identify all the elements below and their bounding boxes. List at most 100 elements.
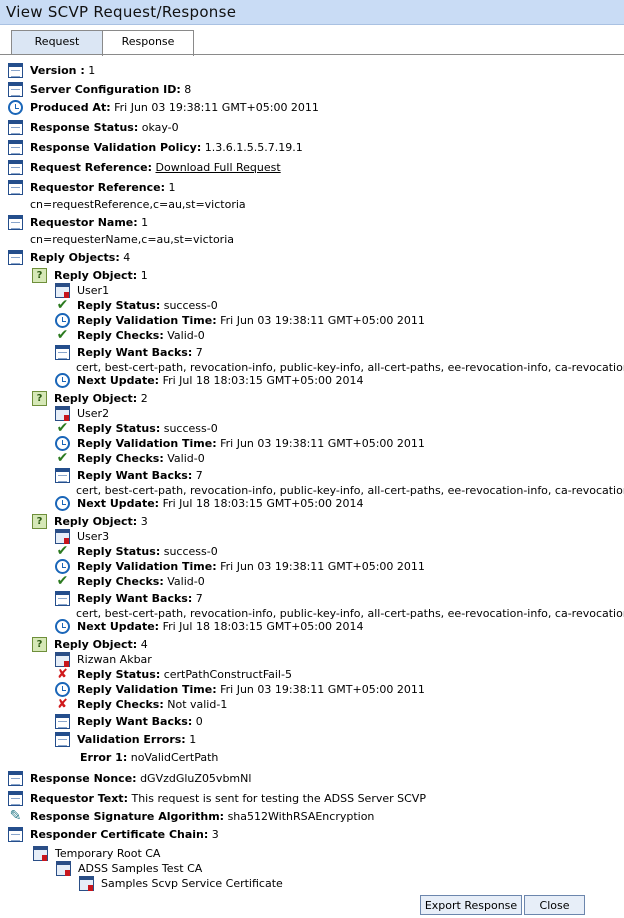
requestor-reference-detail: cn=requestReference,c=au,st=victoria (30, 198, 246, 211)
cross-icon: ✘ (57, 667, 68, 682)
reply-status-label: Reply Status: (77, 422, 161, 435)
response-nonce-label: Response Nonce: (30, 772, 137, 785)
certificate-icon (55, 283, 70, 298)
certificate-icon (33, 846, 48, 861)
reply-time-value: Fri Jun 03 19:38:11 GMT+05:00 2011 (220, 560, 425, 573)
next-update-label: Next Update: (77, 620, 160, 633)
clock-icon (8, 100, 23, 115)
check-icon: ✔ (56, 543, 69, 559)
reply-objects-value: 4 (123, 251, 131, 264)
question-icon: ? (32, 268, 47, 283)
doc-icon (55, 732, 70, 747)
reply-checks-label: Reply Checks: (77, 575, 164, 588)
version-label: Version : (30, 64, 85, 77)
check-icon: ✔ (56, 573, 69, 589)
next-update-label: Next Update: (77, 374, 160, 387)
server-config-label: Server Configuration ID: (30, 83, 181, 96)
reply-object-index: 4 (140, 638, 148, 651)
requestor-reference-label: Requestor Reference: (30, 181, 165, 194)
reply-object-label: Reply Object: (54, 392, 138, 405)
validation-policy-label: Response Validation Policy: (30, 141, 202, 154)
question-icon: ? (32, 637, 47, 652)
doc-icon (8, 82, 23, 97)
error-1-value: noValidCertPath (130, 751, 219, 764)
cert-chain-item-label: Samples Scvp Service Certificate (101, 877, 283, 890)
doc-icon (8, 215, 23, 230)
clock-icon (55, 313, 70, 328)
reply-time-label: Reply Validation Time: (77, 683, 217, 696)
response-status-label: Response Status: (30, 121, 139, 134)
reply-status-value: success-0 (163, 545, 218, 558)
reply-status-label: Reply Status: (77, 545, 161, 558)
certificate-icon (56, 861, 71, 876)
reply-object-label: Reply Object: (54, 638, 138, 651)
reply-time-label: Reply Validation Time: (77, 560, 217, 573)
reply-time-value: Fri Jun 03 19:38:11 GMT+05:00 2011 (220, 314, 425, 327)
doc-icon (8, 120, 23, 135)
reply-time-value: Fri Jun 03 19:38:11 GMT+05:00 2011 (220, 683, 425, 696)
reply-want-backs-value: 7 (195, 346, 203, 359)
tab-divider (0, 54, 624, 55)
cert-chain-label: Responder Certificate Chain: (30, 828, 209, 841)
produced-at-value: Fri Jun 03 19:38:11 GMT+05:00 2011 (114, 101, 319, 114)
requestor-name-value: 1 (141, 216, 149, 229)
reply-object-index: 1 (140, 269, 148, 282)
validation-errors-value: 1 (189, 733, 197, 746)
clock-icon (55, 682, 70, 697)
reply-object-label: Reply Object: (54, 269, 138, 282)
doc-icon (8, 160, 23, 175)
reply-status-label: Reply Status: (77, 668, 161, 681)
reply-checks-value: Not valid-1 (167, 698, 228, 711)
validation-policy-value: 1.3.6.1.5.5.7.19.1 (204, 141, 303, 154)
window-title: View SCVP Request/Response (6, 3, 237, 21)
doc-icon (8, 180, 23, 195)
reply-status-value: success-0 (163, 422, 218, 435)
certificate-icon (55, 529, 70, 544)
response-status-value: okay-0 (141, 121, 179, 134)
doc-icon (8, 827, 23, 842)
reply-time-value: Fri Jun 03 19:38:11 GMT+05:00 2011 (220, 437, 425, 450)
doc-icon (8, 771, 23, 786)
next-update-value: Fri Jul 18 18:03:15 GMT+05:00 2014 (162, 497, 364, 510)
version-value: 1 (88, 64, 96, 77)
reply-time-label: Reply Validation Time: (77, 437, 217, 450)
check-icon: ✔ (56, 327, 69, 343)
next-update-label: Next Update: (77, 497, 160, 510)
reply-want-backs-value: 7 (195, 592, 203, 605)
reply-user-name: User3 (77, 530, 110, 543)
reply-checks-value: Valid-0 (167, 329, 205, 342)
reply-want-backs-label: Reply Want Backs: (77, 469, 193, 482)
doc-icon (55, 714, 70, 729)
reply-status-value: success-0 (163, 299, 218, 312)
reply-want-backs-label: Reply Want Backs: (77, 715, 193, 728)
reply-checks-value: Valid-0 (167, 452, 205, 465)
reply-objects-label: Reply Objects: (30, 251, 120, 264)
close-button[interactable]: Close (524, 895, 585, 915)
next-update-value: Fri Jul 18 18:03:15 GMT+05:00 2014 (162, 374, 364, 387)
request-reference-label: Request Reference: (30, 161, 153, 174)
reply-user-name: Rizwan Akbar (77, 653, 152, 666)
tab-request[interactable]: Request (11, 30, 103, 55)
tab-response[interactable]: Response (102, 30, 194, 56)
doc-icon (8, 140, 23, 155)
title-bar: View SCVP Request/Response (0, 0, 624, 25)
download-request-link[interactable]: Download Full Request (156, 161, 281, 174)
reply-checks-label: Reply Checks: (77, 329, 164, 342)
reply-object-index: 2 (140, 392, 148, 405)
reply-status-label: Reply Status: (77, 299, 161, 312)
reply-user-name: User1 (77, 284, 110, 297)
clock-icon (55, 559, 70, 574)
export-response-button[interactable]: Export Response (420, 895, 522, 915)
signature-algorithm-value: sha512WithRSAEncryption (227, 810, 375, 823)
question-icon: ? (32, 391, 47, 406)
check-icon: ✔ (56, 420, 69, 436)
doc-icon (55, 345, 70, 360)
cert-chain-item-label: Temporary Root CA (55, 847, 161, 860)
question-icon: ? (32, 514, 47, 529)
requestor-reference-value: 1 (168, 181, 176, 194)
clock-icon (55, 436, 70, 451)
check-icon: ✔ (56, 450, 69, 466)
next-update-value: Fri Jul 18 18:03:15 GMT+05:00 2014 (162, 620, 364, 633)
certificate-icon (79, 876, 94, 891)
reply-want-backs-label: Reply Want Backs: (77, 592, 193, 605)
